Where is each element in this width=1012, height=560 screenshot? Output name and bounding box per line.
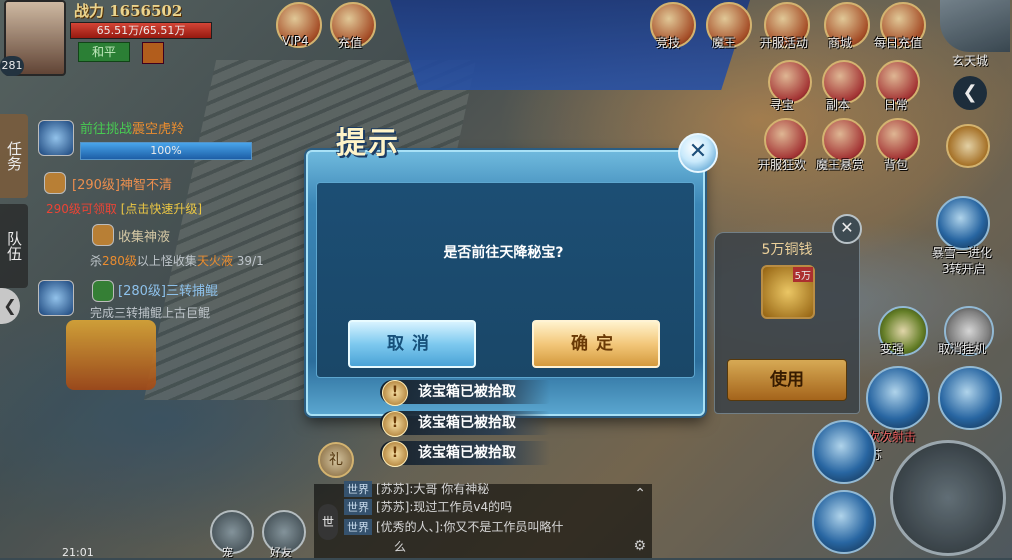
dialog-close-icon[interactable]: ✕	[678, 133, 718, 173]
toast-text: 该宝箱已被拾取	[418, 384, 516, 400]
dialog-title: 提示	[336, 126, 400, 161]
toast-message: ! 该宝箱已被拾取	[380, 441, 550, 467]
toast-message: ! 该宝箱已被拾取	[380, 411, 550, 437]
toast-text: 该宝箱已被拾取	[418, 415, 516, 431]
notice-icon: !	[382, 380, 408, 406]
confirm-button[interactable]: 确定	[532, 320, 660, 368]
dialog-message: 是否前往天降秘宝?	[443, 245, 564, 261]
notice-icon: !	[382, 411, 408, 437]
toast-text: 该宝箱已被拾取	[418, 445, 516, 461]
toast-message: ! 该宝箱已被拾取	[380, 380, 550, 406]
confirm-dialog	[306, 150, 705, 416]
notice-icon: !	[382, 441, 408, 467]
cancel-button[interactable]: 取消	[348, 320, 476, 368]
